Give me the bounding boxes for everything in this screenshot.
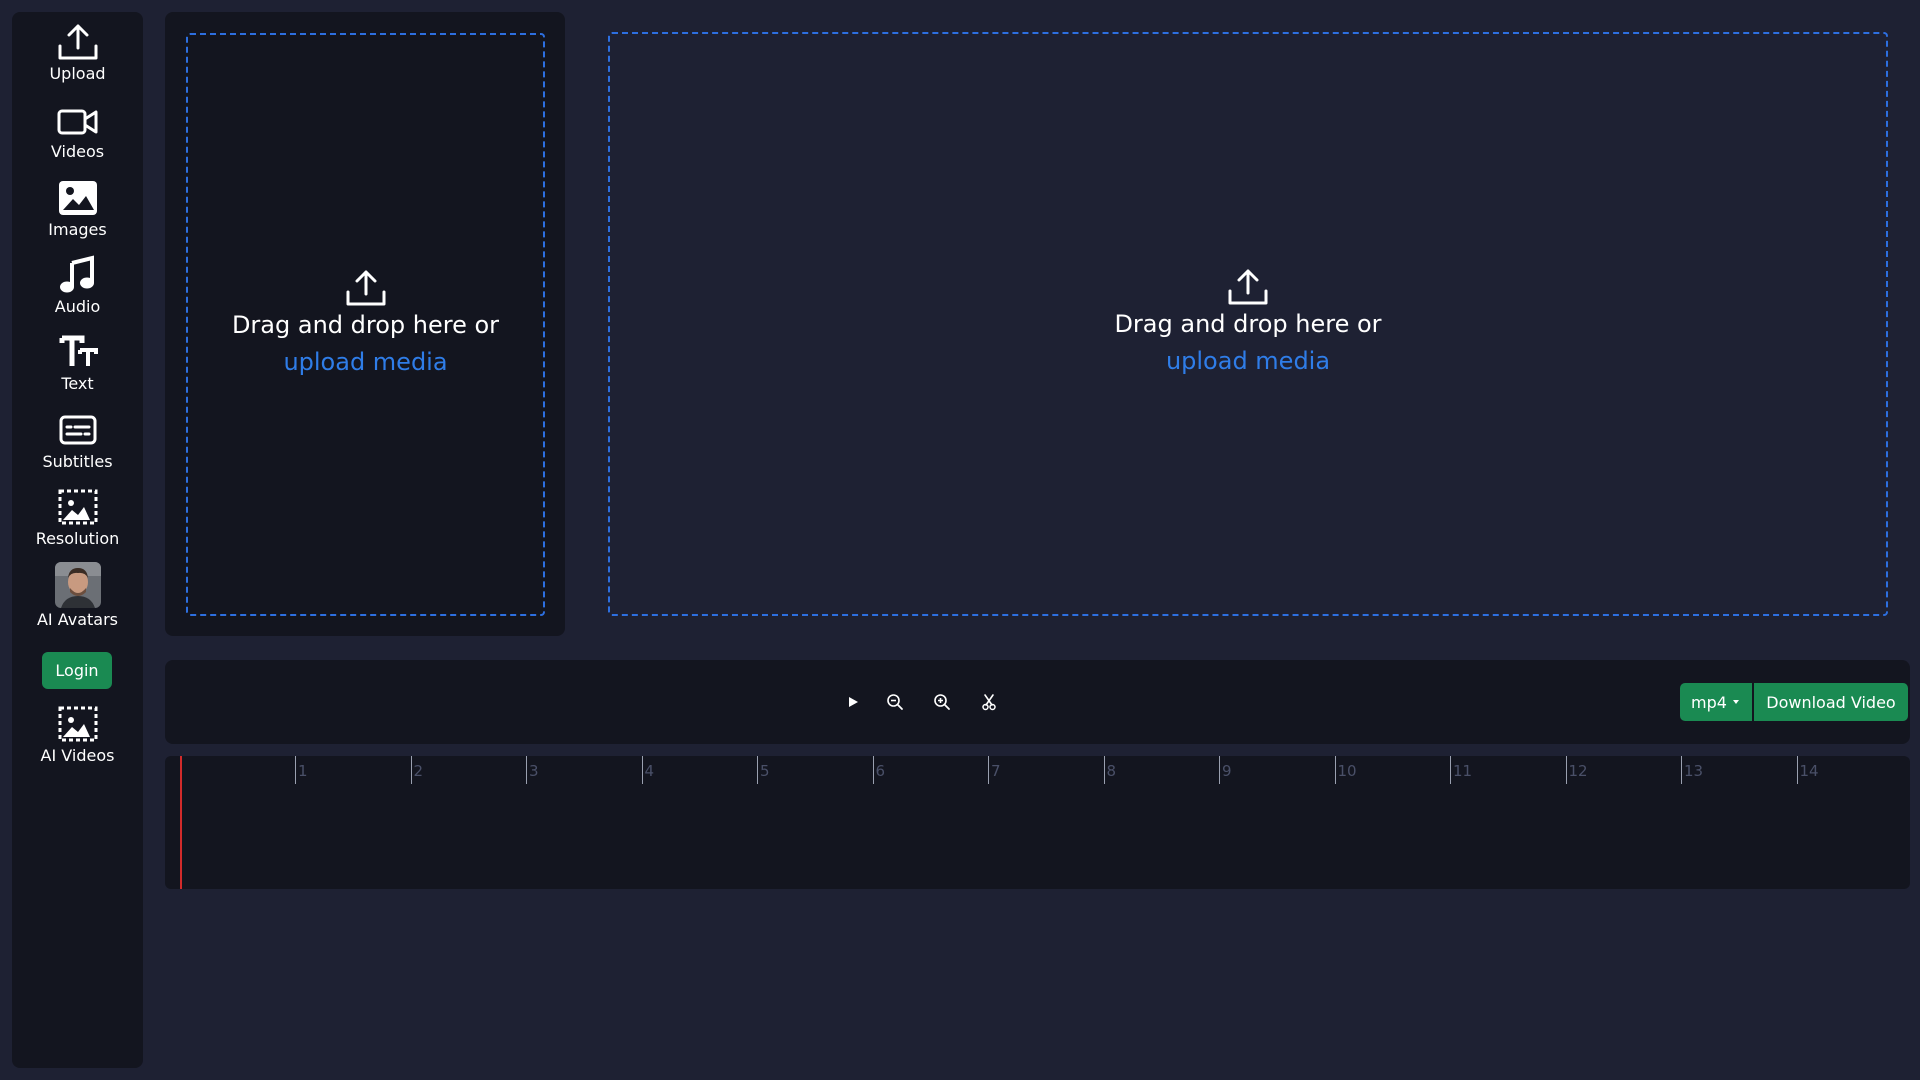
- timeline-tick-label: 13: [1684, 762, 1704, 780]
- timeline-tick: [1681, 756, 1682, 784]
- upload-media-link[interactable]: upload media: [610, 343, 1886, 380]
- format-label: mp4: [1691, 692, 1727, 712]
- upload-icon: [1228, 269, 1268, 305]
- media-panel: Drag and drop here or upload media: [165, 12, 565, 636]
- video-camera-icon: [57, 109, 97, 135]
- avatar: [54, 562, 101, 608]
- split-button[interactable]: [974, 687, 1004, 717]
- timeline-tick-label: 7: [991, 762, 1001, 780]
- zoom-out-button[interactable]: [880, 687, 910, 717]
- timeline-tick: [1565, 756, 1567, 784]
- sidebar-item-label: Text: [61, 374, 94, 393]
- text-icon: [59, 335, 98, 366]
- zoom-in-icon: [934, 694, 950, 710]
- format-dropdown[interactable]: mp4: [1680, 683, 1752, 721]
- login-button[interactable]: Login: [42, 652, 112, 689]
- timeline-tick: [410, 756, 412, 784]
- timeline-tick-label: 1: [298, 762, 308, 780]
- timeline[interactable]: 1 2 3 4 5 6 7 8 9 10 11 12 13 14: [165, 756, 1910, 889]
- ai-videos-icon: [58, 706, 97, 742]
- sidebar-item-resolution[interactable]: Resolution: [12, 487, 143, 548]
- upload-icon: [346, 270, 385, 305]
- timeline-tick: [1796, 756, 1798, 784]
- timeline-tick: [1450, 756, 1451, 784]
- timeline-tick: [757, 756, 758, 784]
- sidebar-item-label: Images: [48, 220, 107, 239]
- timeline-tick-label: 12: [1568, 762, 1588, 780]
- play-button[interactable]: [838, 687, 868, 717]
- timeline-tick-label: 8: [1106, 762, 1117, 780]
- sidebar-item-videos[interactable]: Videos: [12, 104, 143, 161]
- timeline-tick: [988, 756, 989, 784]
- sidebar-item-label: Upload: [49, 64, 106, 83]
- timeline-tick-label: 6: [875, 762, 886, 780]
- image-icon: [58, 181, 97, 215]
- caret-down-icon: [1732, 700, 1739, 704]
- timeline-tick-label: 5: [760, 762, 770, 780]
- timeline-tick-label: 11: [1453, 762, 1473, 780]
- sidebar-item-images[interactable]: Images: [12, 178, 143, 239]
- resolution-icon: [58, 489, 97, 525]
- timeline-tick: [295, 756, 296, 784]
- timeline-tick-label: 2: [413, 762, 424, 780]
- timeline-tick-label: 3: [529, 762, 539, 780]
- timeline-tick: [872, 756, 874, 784]
- sidebar-item-label: Resolution: [35, 529, 120, 548]
- download-video-button[interactable]: Download Video: [1754, 683, 1908, 721]
- timeline-tick-label: 10: [1337, 762, 1357, 780]
- sidebar-item-ai-avatars[interactable]: AI Avatars: [12, 562, 143, 629]
- sidebar-item-subtitles[interactable]: Subtitles: [12, 410, 143, 471]
- play-icon: [849, 697, 858, 707]
- timeline-tick-label: 14: [1799, 762, 1819, 780]
- sidebar: Upload Videos Images Audio Text Subtitle…: [12, 12, 143, 1068]
- timeline-tick-label: 4: [644, 762, 655, 780]
- sidebar-item-label: AI Avatars: [36, 610, 119, 629]
- playhead[interactable]: [180, 756, 182, 889]
- timeline-tick: [526, 756, 527, 784]
- media-drop-zone[interactable]: Drag and drop here or upload media: [186, 33, 545, 616]
- timeline-tick: [641, 756, 643, 784]
- playback-toolbar: mp4 Download Video: [165, 660, 1910, 744]
- upload-icon: [58, 24, 97, 60]
- sidebar-item-label: AI Videos: [40, 746, 115, 765]
- timeline-tick-label: 9: [1222, 762, 1232, 780]
- subtitles-icon: [59, 415, 96, 445]
- zoom-in-button[interactable]: [927, 687, 957, 717]
- sidebar-item-label: Audio: [54, 297, 101, 316]
- sidebar-item-upload[interactable]: Upload: [12, 22, 143, 83]
- sidebar-item-audio[interactable]: Audio: [12, 255, 143, 316]
- scissors-icon: [982, 694, 996, 711]
- drop-instructions: Drag and drop here or: [1114, 310, 1382, 338]
- drop-instructions: Drag and drop here or: [231, 310, 500, 339]
- sidebar-item-text[interactable]: Text: [12, 332, 143, 393]
- preview-drop-zone[interactable]: Drag and drop here or upload media: [608, 32, 1888, 616]
- zoom-out-icon: [887, 694, 903, 710]
- sidebar-item-ai-videos[interactable]: AI Videos: [12, 704, 143, 765]
- timeline-tick: [1103, 756, 1105, 784]
- sidebar-item-label: Subtitles: [42, 452, 113, 471]
- music-note-icon: [59, 255, 94, 293]
- timeline-tick: [1334, 756, 1336, 784]
- upload-media-link[interactable]: upload media: [188, 344, 543, 381]
- sidebar-item-label: Videos: [50, 142, 105, 161]
- timeline-tick: [1219, 756, 1220, 784]
